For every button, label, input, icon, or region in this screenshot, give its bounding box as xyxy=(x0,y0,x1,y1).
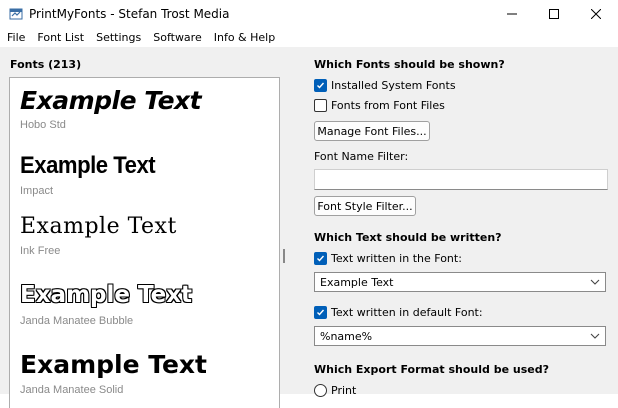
menu-settings[interactable]: Settings xyxy=(90,28,147,47)
font-preview-list[interactable]: Example Text Hobo Std Example Text Impac… xyxy=(9,77,280,408)
which-text-heading: Which Text should be written? xyxy=(314,231,502,244)
list-item[interactable]: Example Text Hobo Std xyxy=(20,86,202,131)
list-scrollbar[interactable] xyxy=(283,249,285,263)
list-item[interactable]: Example Text Janda Manatee Bubble xyxy=(20,282,192,327)
font-name: Janda Manatee Bubble xyxy=(20,315,134,327)
menu-software[interactable]: Software xyxy=(147,28,208,47)
chevron-down-icon xyxy=(590,279,600,285)
select-value: %name% xyxy=(320,329,373,343)
radio-icon xyxy=(314,384,327,397)
font-sample: Example Text xyxy=(20,282,193,308)
checkbox-label: Text written in the Font: xyxy=(331,252,462,265)
export-format-heading: Which Export Format should be used? xyxy=(314,363,549,376)
checkbox-label: Installed System Fonts xyxy=(331,79,456,92)
minimize-button[interactable] xyxy=(489,0,535,28)
font-name: Hobo Std xyxy=(20,119,66,131)
checkbox-label: Fonts from Font Files xyxy=(331,99,445,112)
font-name: Ink Free xyxy=(20,245,61,257)
app-icon xyxy=(9,8,23,20)
menu-info-help[interactable]: Info & Help xyxy=(208,28,281,47)
fonts-count-label: Fonts (213) xyxy=(10,58,82,71)
which-fonts-heading: Which Fonts should be shown? xyxy=(314,58,505,71)
checkbox-checked-icon xyxy=(314,79,327,92)
window-title: PrintMyFonts - Stefan Trost Media xyxy=(29,7,230,21)
fonts-from-files-checkbox[interactable]: Fonts from Font Files xyxy=(314,99,445,112)
checkbox-checked-icon xyxy=(314,306,327,319)
font-style-filter-button[interactable]: Font Style Filter... xyxy=(314,196,416,216)
checkbox-label: Text written in default Font: xyxy=(331,306,483,319)
installed-system-fonts-checkbox[interactable]: Installed System Fonts xyxy=(314,79,456,92)
font-name-filter-label: Font Name Filter: xyxy=(314,150,409,163)
font-sample: Example Text xyxy=(20,86,202,115)
maximize-icon xyxy=(549,9,559,19)
text-default-font-select[interactable]: %name% xyxy=(314,326,606,346)
text-default-font-checkbox[interactable]: Text written in default Font: xyxy=(314,306,483,319)
maximize-button[interactable] xyxy=(531,0,577,28)
radio-label: Print xyxy=(331,384,357,397)
list-item[interactable]: Example Text Janda Manatee Solid xyxy=(20,350,207,396)
print-radio[interactable]: Print xyxy=(314,384,356,397)
menu-file[interactable]: File xyxy=(0,28,31,47)
font-name: Impact xyxy=(20,185,54,197)
text-in-font-select[interactable]: Example Text xyxy=(314,272,606,292)
font-sample: Example Text xyxy=(20,152,156,179)
close-icon xyxy=(591,9,601,19)
minimize-icon xyxy=(507,13,517,15)
font-name-filter-input[interactable] xyxy=(314,169,608,190)
chevron-down-icon xyxy=(590,333,600,339)
text-in-font-checkbox[interactable]: Text written in the Font: xyxy=(314,252,462,265)
title-bar: PrintMyFonts - Stefan Trost Media xyxy=(0,0,618,28)
checkbox-unchecked-icon xyxy=(314,99,327,112)
font-sample: Example Text xyxy=(20,350,208,379)
list-item[interactable]: Example Text Impact xyxy=(20,152,167,197)
manage-font-files-button[interactable]: Manage Font Files... xyxy=(314,121,430,141)
select-value: Example Text xyxy=(320,275,394,289)
font-sample: Example Text xyxy=(20,214,177,239)
menu-font-list[interactable]: Font List xyxy=(31,28,90,47)
font-name: Janda Manatee Solid xyxy=(20,384,124,396)
menu-bar: File Font List Settings Software Info & … xyxy=(0,28,618,47)
close-button[interactable] xyxy=(573,0,618,28)
checkbox-checked-icon xyxy=(314,252,327,265)
list-item[interactable]: Example Text Ink Free xyxy=(20,214,177,257)
